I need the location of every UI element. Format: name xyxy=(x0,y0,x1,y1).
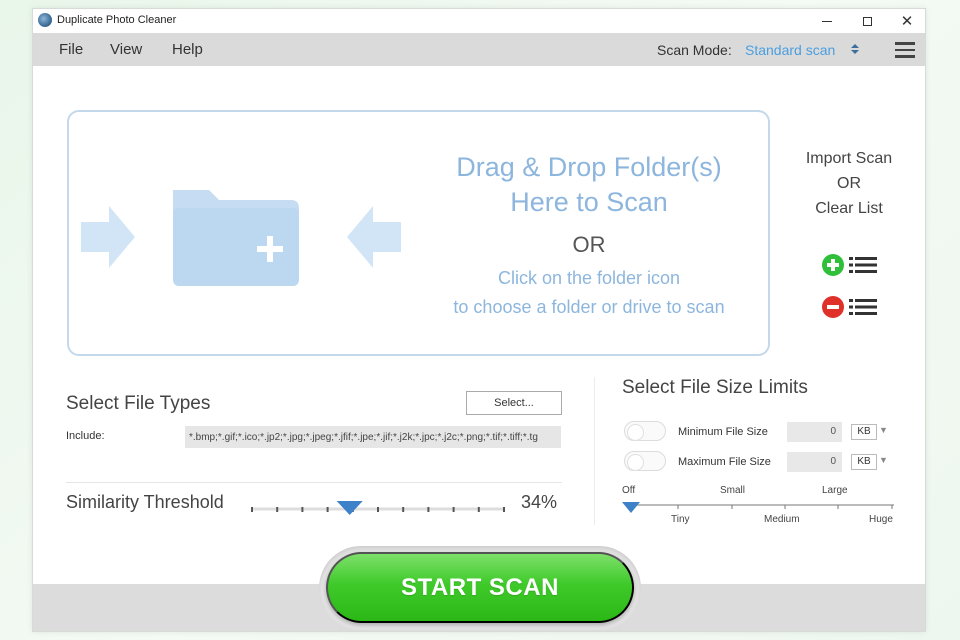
app-logo-icon xyxy=(38,13,52,27)
menu-file[interactable]: File xyxy=(59,41,83,58)
max-size-unit[interactable]: KB xyxy=(851,454,877,470)
slider-tick xyxy=(427,507,430,512)
start-scan-button[interactable]: START SCAN xyxy=(326,552,634,623)
slider-tick xyxy=(477,507,480,512)
slider-tick xyxy=(326,507,329,512)
drop-title: Drag & Drop Folder(s) Here to Scan xyxy=(419,150,759,220)
folder-plus-icon[interactable] xyxy=(81,182,401,292)
clear-list-label: Clear List xyxy=(815,200,883,217)
divider xyxy=(66,482,562,483)
minimize-icon xyxy=(822,20,832,22)
drop-title-line2: Here to Scan xyxy=(510,187,668,218)
include-label: Include: xyxy=(66,430,105,442)
import-or-label: OR xyxy=(837,175,861,192)
size-scale-slider[interactable]: Off Small Large Tiny Medium Huge xyxy=(622,485,902,529)
menu-view[interactable]: View xyxy=(110,41,142,58)
drop-hint-line2: to choose a folder or drive to scan xyxy=(453,297,725,317)
min-size-input[interactable]: 0 xyxy=(787,422,842,442)
max-size-toggle[interactable] xyxy=(624,451,666,471)
maximize-icon xyxy=(862,16,872,26)
menu-bar: File View Help Scan Mode: Standard scan xyxy=(33,33,925,66)
slider-tick xyxy=(276,507,279,512)
title-bar: Duplicate Photo Cleaner ✕ xyxy=(33,9,925,33)
similarity-value: 34% xyxy=(521,492,558,512)
similarity-label: Similarity Threshold xyxy=(66,492,224,512)
drop-hint-line1: Click on the folder icon xyxy=(497,268,681,288)
max-unit-dropdown-icon[interactable]: ▼ xyxy=(879,455,888,465)
scale-label-tiny: Tiny xyxy=(671,514,690,525)
scale-label-large: Large xyxy=(822,485,848,496)
menu-help[interactable]: Help xyxy=(172,41,203,58)
minimize-button[interactable] xyxy=(807,9,847,33)
size-scale-track[interactable] xyxy=(622,497,902,513)
remove-list-icon[interactable] xyxy=(821,294,881,320)
slider-tick xyxy=(503,507,505,512)
maximize-button[interactable] xyxy=(847,9,887,33)
drop-title-line1: Drag & Drop Folder(s) xyxy=(456,152,722,182)
scan-mode-label: Scan Mode: xyxy=(657,42,732,58)
min-size-toggle[interactable] xyxy=(624,421,666,441)
size-scale-thumb xyxy=(622,502,640,513)
slider-tick xyxy=(251,507,253,512)
close-icon: ✕ xyxy=(900,12,914,30)
slider-tick xyxy=(452,507,455,512)
folder-drop-zone[interactable]: Drag & Drop Folder(s) Here to Scan OR Cl… xyxy=(67,110,770,356)
file-types-title: Select File Types xyxy=(66,393,211,414)
scale-label-small: Small xyxy=(720,485,746,496)
updown-arrows-icon[interactable] xyxy=(850,41,860,57)
scale-label-off: Off xyxy=(622,485,636,496)
window-title: Duplicate Photo Cleaner xyxy=(57,14,177,26)
slider-tick xyxy=(301,507,304,512)
similarity-slider[interactable] xyxy=(248,491,508,521)
vertical-divider xyxy=(594,377,595,525)
import-clear-text: Import Scan OR Clear List xyxy=(785,146,913,221)
include-extensions-field[interactable]: *.bmp;*.gif;*.ico;*.jp2;*.jpg;*.jpeg;*.j… xyxy=(185,426,561,448)
select-file-types-button[interactable]: Select... xyxy=(466,391,562,415)
max-size-input[interactable]: 0 xyxy=(787,452,842,472)
scale-label-huge: Huge xyxy=(869,514,893,525)
drop-or-text: OR xyxy=(572,232,606,257)
slider-tick xyxy=(377,507,379,512)
min-size-unit[interactable]: KB xyxy=(851,424,877,440)
scan-mode-dropdown[interactable]: Standard scan xyxy=(745,42,835,58)
scale-label-medium: Medium xyxy=(764,514,800,525)
min-size-label: Minimum File Size xyxy=(678,426,768,438)
slider-tick xyxy=(402,507,405,512)
add-list-icon[interactable] xyxy=(821,252,881,278)
size-limits-title: Select File Size Limits xyxy=(622,377,808,398)
import-scan-label: Import Scan xyxy=(805,150,893,167)
hamburger-menu-icon[interactable] xyxy=(895,42,915,58)
app-window: Duplicate Photo Cleaner ✕ File View Help… xyxy=(32,8,926,632)
max-size-label: Maximum File Size xyxy=(678,456,771,468)
close-button[interactable]: ✕ xyxy=(887,9,925,33)
min-unit-dropdown-icon[interactable]: ▼ xyxy=(879,425,888,435)
